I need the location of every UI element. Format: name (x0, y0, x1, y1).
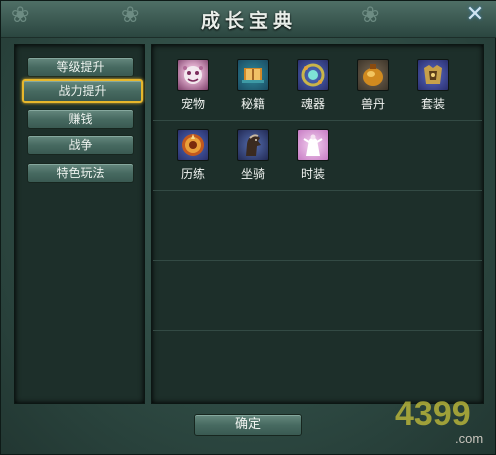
sidebar-item-special-gameplay[interactable]: 特色玩法 (27, 163, 134, 183)
sidebar-item-earn-money[interactable]: 赚钱 (27, 109, 134, 129)
growth-guide-window: ❀ ❀ ❀ 成长宝典 ✕ 等级提升 战力提升 赚钱 战争 特色玩法 宠物 秘籍 (0, 0, 496, 455)
site-watermark: 4399 .com (393, 387, 493, 451)
row-divider (153, 330, 482, 331)
sidebar-item-level-up[interactable]: 等级提升 (27, 57, 134, 77)
grid-item-label: 宠物 (180, 97, 205, 111)
feature-grid-panel: 宠物 秘籍 魂器 兽丹 套装 历练 坐骑 时装 (151, 44, 484, 404)
grid-item-pet[interactable]: 宠物 (168, 59, 218, 121)
fashion-icon (297, 129, 329, 161)
sidebar-item-war[interactable]: 战争 (27, 135, 134, 155)
pet-icon (177, 59, 209, 91)
watermark-suffix: .com (455, 431, 483, 446)
grid-item-soul-artifact[interactable]: 魂器 (288, 59, 338, 121)
grid-item-label: 套装 (420, 97, 445, 111)
grid-item-fashion[interactable]: 时装 (288, 129, 338, 191)
book-icon (237, 59, 269, 91)
grid-item-label: 秘籍 (240, 97, 265, 111)
mount-icon (237, 129, 269, 161)
armor-set-icon (417, 59, 449, 91)
grid-item-label: 历练 (180, 167, 205, 181)
close-button[interactable]: ✕ (464, 4, 486, 26)
grid-item-label: 兽丹 (360, 97, 385, 111)
grid-item-armor-set[interactable]: 套装 (408, 59, 458, 121)
window-title: 成长宝典 (200, 10, 297, 32)
watermark-text: 4399 (395, 395, 471, 433)
grid-item-book[interactable]: 秘籍 (228, 59, 278, 121)
grid-item-label: 坐骑 (240, 167, 265, 181)
confirm-button[interactable]: 确定 (194, 414, 302, 436)
beast-pill-icon (357, 59, 389, 91)
soul-artifact-icon (297, 59, 329, 91)
grid-item-label: 时装 (300, 167, 325, 181)
grid-item-label: 魂器 (300, 97, 325, 111)
category-sidebar: 等级提升 战力提升 赚钱 战争 特色玩法 (14, 44, 145, 404)
training-icon (177, 129, 209, 161)
row-divider (153, 260, 482, 261)
grid-item-training[interactable]: 历练 (168, 129, 218, 191)
sidebar-item-power-up[interactable]: 战力提升 (22, 79, 143, 103)
grid-item-mount[interactable]: 坐骑 (228, 129, 278, 191)
title-bar: ❀ ❀ ❀ 成长宝典 ✕ (1, 1, 496, 38)
grid-item-beast-pill[interactable]: 兽丹 (348, 59, 398, 121)
